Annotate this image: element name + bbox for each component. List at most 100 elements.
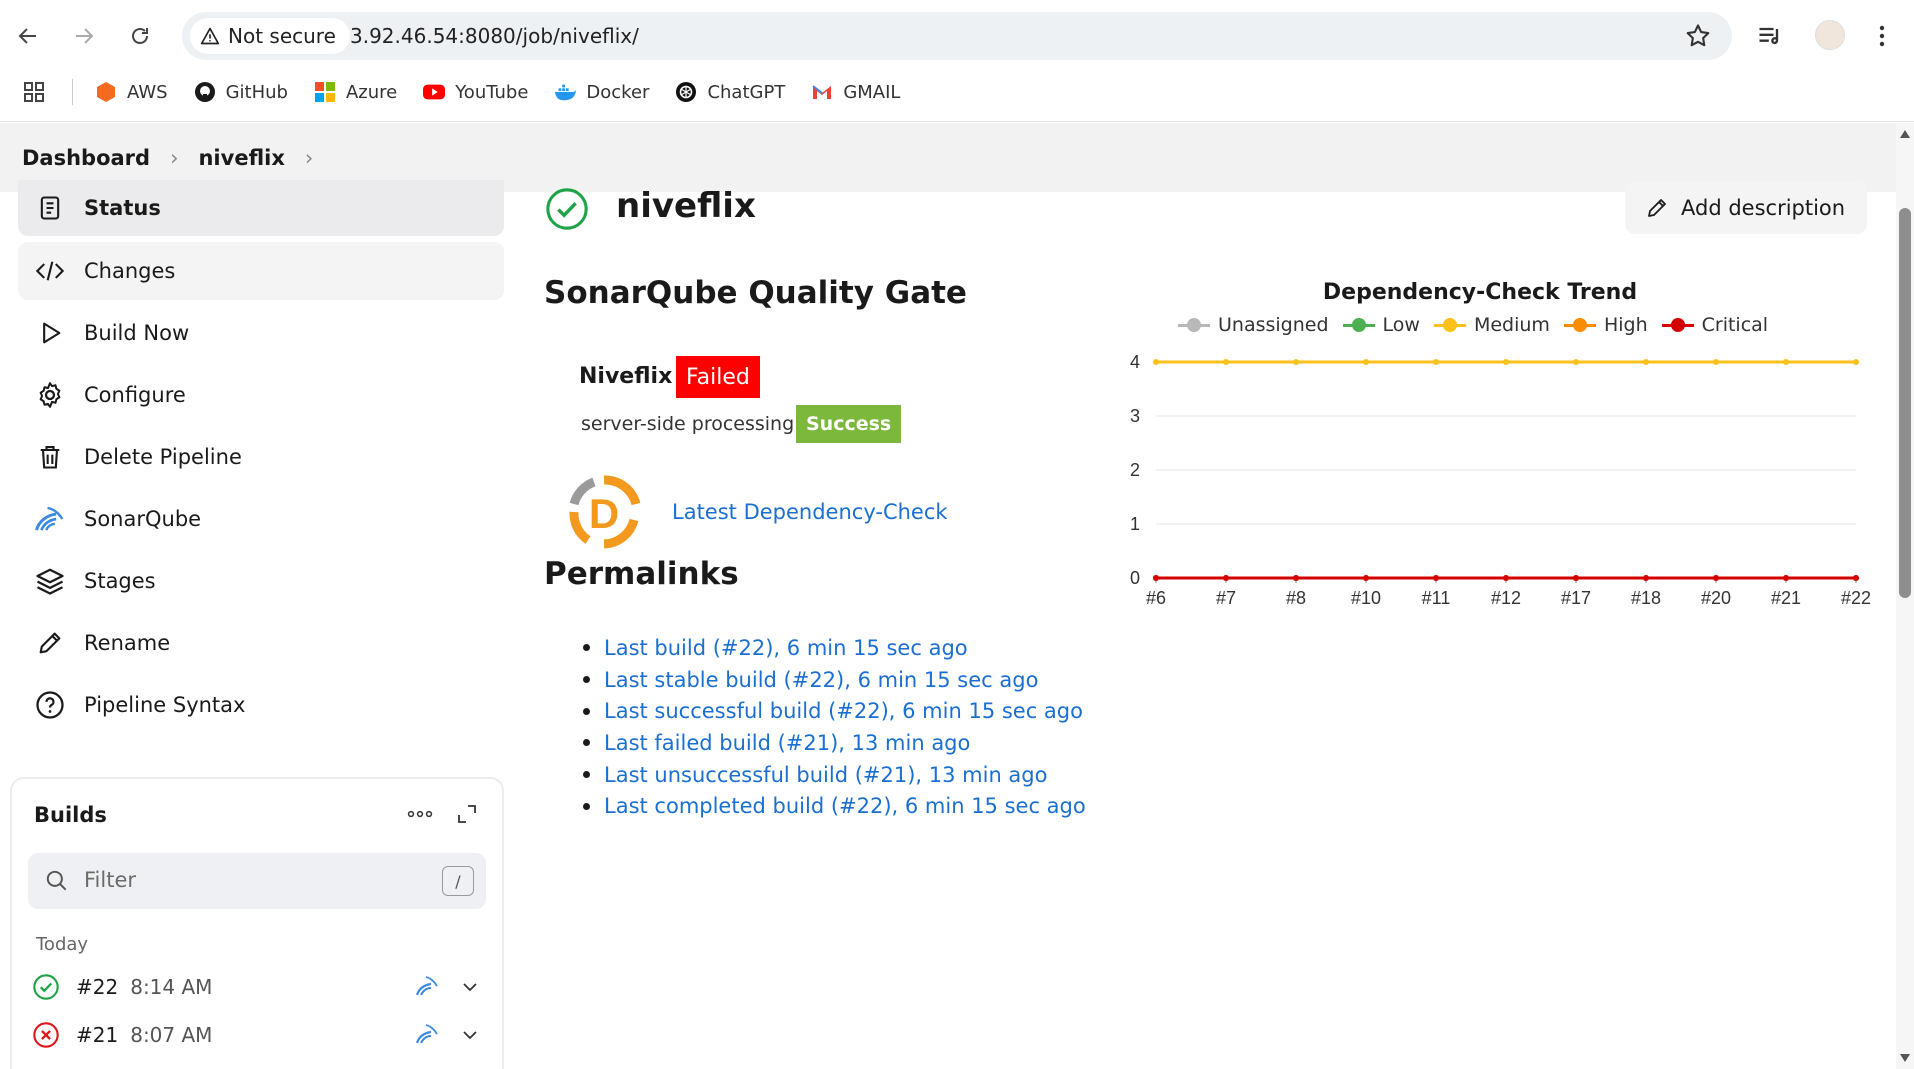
permalink-item[interactable]: Last stable build (#22), 6 min 15 sec ag… [574,664,1086,696]
chevron-down-icon[interactable] [462,1028,478,1042]
code-icon [34,255,66,287]
play-icon [34,317,66,349]
bookmark-label: ChatGPT [707,81,786,103]
bookmark-azure[interactable]: Azure [314,81,397,103]
data-point-medium [1853,359,1859,365]
data-point-critical [1503,575,1509,581]
x-tick-label: #10 [1351,588,1381,608]
filter-placeholder: Filter [84,868,137,892]
success-check-icon [33,974,59,1000]
bookmark-star-icon[interactable] [1684,22,1712,50]
bookmark-youtube[interactable]: YouTube [423,81,528,103]
back-button[interactable] [10,18,46,54]
permalinks-heading: Permalinks [544,556,739,592]
sidebar-item-label: Pipeline Syntax [84,693,246,717]
sidebar-item-label: Rename [84,631,171,655]
bookmarks-divider [72,79,73,105]
permalink-item[interactable]: Last successful build (#22), 6 min 15 se… [574,695,1086,727]
scrollbar-thumb[interactable] [1899,208,1911,598]
bookmark-aws[interactable]: AWS [95,81,168,103]
build-time: 8:07 AM [130,1023,213,1047]
expand-icon[interactable] [456,803,478,825]
add-description-button[interactable]: Add description [1625,182,1868,234]
sidebar-item-sonarqube[interactable]: SonarQube [18,490,504,548]
build-row[interactable]: #22 8:14 AM [32,967,492,1007]
sonarqube-icon[interactable] [414,1021,440,1047]
reading-list-icon[interactable] [1756,22,1784,50]
help-icon [34,689,66,721]
scroll-down-icon[interactable] [1899,1053,1911,1063]
x-tick-label: #21 [1771,588,1801,608]
y-tick-label: 2 [1130,460,1140,480]
vertical-scrollbar[interactable] [1896,123,1914,1069]
sidebar-item-status[interactable]: Status [18,180,504,236]
y-tick-label: 1 [1130,514,1140,534]
job-status-success-icon [546,188,588,230]
permalink-item[interactable]: Last failed build (#21), 13 min ago [574,727,1086,759]
bookmark-chatgpt[interactable]: ChatGPT [675,81,785,103]
sonarqube-icon[interactable] [414,973,440,999]
processing-status-badge: Success [796,405,902,443]
url-text[interactable]: 3.92.46.54:8080/job/niveflix/ [350,24,639,48]
permalink-item[interactable]: Last build (#22), 6 min 15 sec ago [574,632,1086,664]
data-point-medium [1363,359,1369,365]
sidebar-item-label: Stages [84,569,156,593]
scroll-up-icon[interactable] [1899,129,1911,139]
bookmark-docker[interactable]: Docker [554,81,649,103]
x-tick-label: #17 [1561,588,1591,608]
sidebar-item-rename[interactable]: Rename [18,614,504,672]
pencil-icon [1648,199,1666,217]
apps-grid-icon[interactable] [22,80,46,104]
sidebar-item-label: Changes [84,259,176,283]
build-row[interactable]: #21 8:07 AM [32,1015,492,1055]
security-chip[interactable]: Not secure [190,18,350,54]
build-time: 8:14 AM [130,975,213,999]
more-vertical-icon[interactable] [1870,22,1894,50]
profile-avatar[interactable] [1815,20,1845,50]
sidebar-item-stages[interactable]: Stages [18,552,504,610]
bookmark-github[interactable]: GitHub [194,81,288,103]
permalink-item[interactable]: Last completed build (#22), 6 min 15 sec… [574,790,1086,822]
document-icon [34,192,66,224]
chevron-down-icon[interactable] [462,980,478,994]
quality-gate-heading: SonarQube Quality Gate [544,275,967,311]
bookmark-label: AWS [127,81,168,103]
build-group-label: Today [36,934,89,955]
breadcrumb-job[interactable]: niveflix [198,146,284,170]
data-point-critical [1783,575,1789,581]
permalink-item[interactable]: Last unsuccessful build (#21), 13 min ag… [574,759,1086,791]
builds-title: Builds [34,803,107,827]
sidebar-item-changes[interactable]: Changes [18,242,504,300]
data-point-medium [1643,359,1649,365]
bookmark-gmail[interactable]: GMAIL [811,81,900,103]
reload-button[interactable] [122,18,158,54]
page-title: niveflix [616,186,756,226]
sidebar-item-delete-pipeline[interactable]: Delete Pipeline [18,428,504,486]
warning-icon [200,27,220,45]
chevron-right-icon[interactable]: › [305,146,313,170]
sidebar-item-build-now[interactable]: Build Now [18,304,504,362]
build-number[interactable]: #21 [76,1023,118,1047]
security-label: Not secure [228,24,336,48]
sidebar-item-pipeline-syntax[interactable]: Pipeline Syntax [18,676,504,734]
data-point-medium [1433,359,1439,365]
svg-text:D: D [589,490,619,537]
more-horizontal-icon[interactable] [406,807,434,821]
chevron-right-icon[interactable]: › [170,146,178,170]
sidebar-item-label: Build Now [84,321,190,345]
address-bar[interactable]: Not secure 3.92.46.54:8080/job/niveflix/ [182,12,1732,60]
pencil-icon [34,627,66,659]
quality-gate-project[interactable]: Niveflix [579,364,672,389]
arrow-left-icon [18,28,36,44]
sidebar-item-configure[interactable]: Configure [18,366,504,424]
dependency-check-trend-chart: 0 1 2 3 4 #6 #7 #8 #10 #11 #12 #17 #18 #20 #21 #22 [1130,352,1871,608]
builds-filter-input[interactable]: Filter / [28,853,486,909]
breadcrumb-dashboard[interactable]: Dashboard [22,146,150,170]
latest-dependency-check-link[interactable]: Latest Dependency-Check [672,500,948,524]
build-number[interactable]: #22 [76,975,118,999]
layers-icon [34,565,66,597]
data-point-critical [1643,575,1649,581]
forward-button[interactable] [66,18,102,54]
search-icon [46,870,67,891]
x-tick-label: #8 [1286,588,1306,608]
